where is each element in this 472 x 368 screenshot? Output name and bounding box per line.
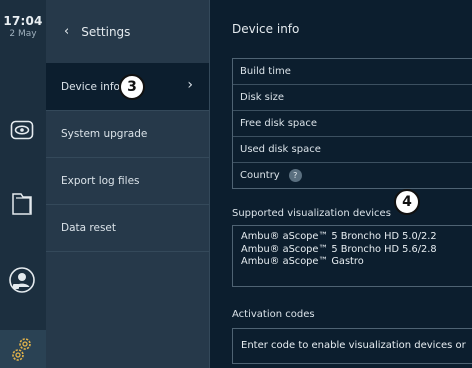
chevron-right-icon: › — [187, 77, 193, 93]
status-clock: 17:04 2 May — [0, 14, 46, 39]
settings-back-button[interactable]: ‹ Settings — [46, 0, 209, 63]
info-row-label: Free disk space — [240, 118, 318, 129]
activation-code-input[interactable]: Enter code to enable visualization devic… — [232, 328, 472, 364]
menu-item-data-reset[interactable]: Data reset — [46, 204, 209, 252]
help-icon[interactable]: ? — [288, 169, 302, 182]
info-row-country: Country ? — [233, 162, 472, 188]
device-info-table: Build time Disk size Free disk space Use… — [232, 58, 472, 189]
live-view-button[interactable] — [6, 114, 38, 146]
chevron-left-icon: ‹ — [64, 24, 70, 39]
gear-icon — [12, 338, 31, 361]
info-row-free-disk-space: Free disk space — [233, 110, 472, 136]
page-title: Device info — [232, 22, 300, 36]
user-icon — [9, 267, 35, 293]
callout-badge-4: 4 — [394, 189, 420, 215]
menu-item-label: Export log files — [61, 175, 140, 187]
info-row-used-disk-space: Used disk space — [233, 136, 472, 162]
supported-devices-list: Ambu® aScope™ 5 Broncho HD 5.0/2.2 Ambu®… — [232, 225, 472, 287]
info-row-label: Disk size — [240, 92, 285, 103]
list-item: Ambu® aScope™ Gastro — [241, 256, 364, 267]
settings-menu: ‹ Settings Device info 3 › System upgrad… — [46, 0, 210, 368]
menu-item-label: System upgrade — [61, 128, 148, 140]
folder-icon — [12, 193, 32, 215]
info-row-label: Build time — [240, 66, 291, 77]
menu-item-export-log-files[interactable]: Export log files — [46, 157, 209, 204]
eye-icon — [10, 120, 34, 140]
list-item: Ambu® aScope™ 5 Broncho HD 5.0/2.2 — [241, 231, 437, 242]
left-rail: 17:04 2 May — [0, 0, 47, 368]
info-row-build-time: Build time — [233, 58, 472, 84]
clock-time: 17:04 — [3, 14, 43, 28]
info-row-label: Used disk space — [240, 144, 321, 155]
callout-badge-3: 3 — [119, 74, 145, 100]
activation-codes-label: Activation codes — [232, 309, 315, 320]
settings-title: Settings — [81, 24, 131, 39]
info-row-label: Country — [240, 170, 280, 181]
activation-code-placeholder: Enter code to enable visualization devic… — [241, 340, 466, 351]
list-item: Ambu® aScope™ 5 Broncho HD 5.6/2.8 — [241, 243, 437, 255]
clock-date: 2 May — [9, 29, 37, 39]
menu-item-label: Device info — [61, 81, 120, 93]
info-row-disk-size: Disk size — [233, 84, 472, 110]
user-button[interactable] — [6, 264, 38, 296]
supported-devices-label: Supported visualization devices — [232, 208, 391, 219]
files-button[interactable] — [6, 188, 38, 220]
settings-button[interactable] — [0, 330, 46, 368]
menu-item-label: Data reset — [61, 222, 117, 234]
menu-item-device-info[interactable]: Device info 3 › — [46, 63, 209, 110]
menu-item-system-upgrade[interactable]: System upgrade — [46, 110, 209, 157]
